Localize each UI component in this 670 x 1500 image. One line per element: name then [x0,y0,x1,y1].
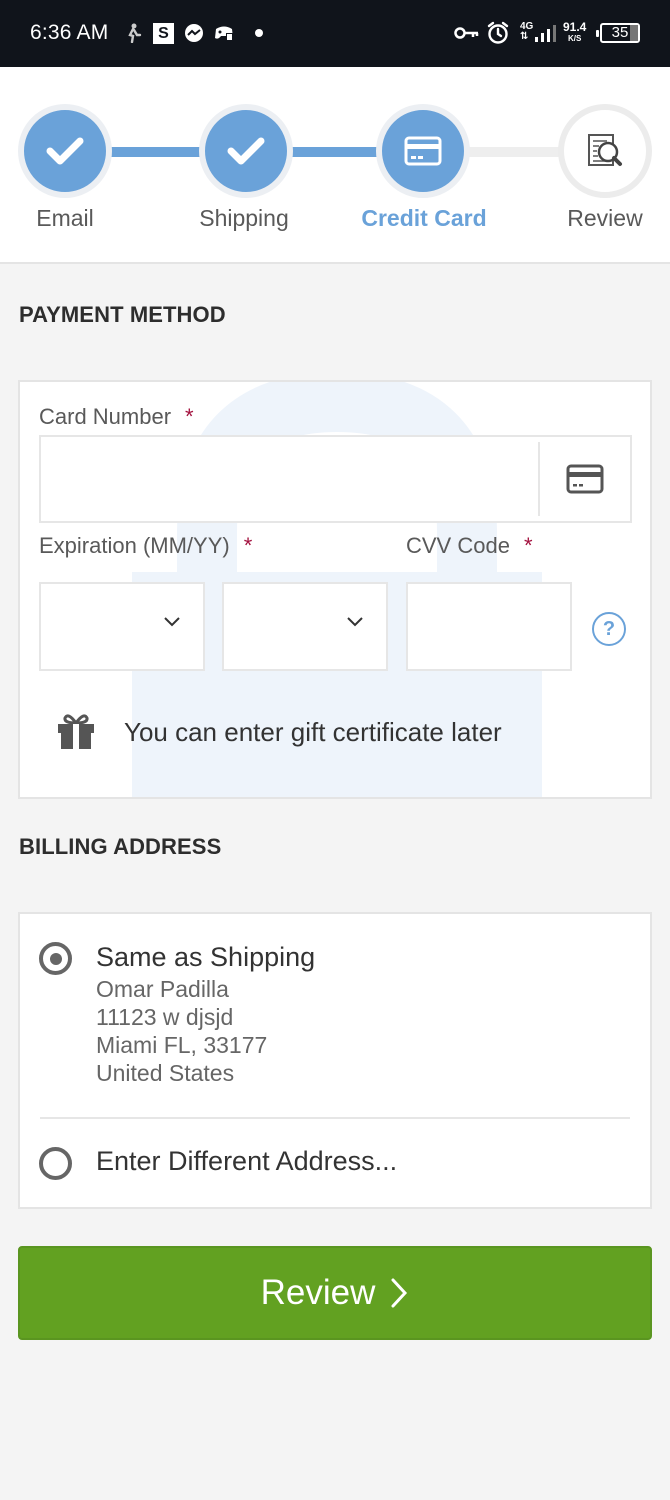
signal-icon [535,25,557,43]
payment-method-heading: PAYMENT METHOD [19,302,226,327]
same-as-shipping-label[interactable]: Same as Shipping [96,942,315,973]
status-bar: 6:36 AM S 4G ⇅ 91.4 K/S 35 [0,0,670,67]
shipping-address: Omar Padilla 11123 w djsjd Miami FL, 331… [96,975,267,1087]
step-label-credit-card: Credit Card [361,205,487,231]
step-label-email: Email [36,205,94,231]
chevron-down-icon [164,617,180,627]
card-number-input[interactable] [39,435,632,523]
person-walking-icon [125,23,143,43]
check-icon [227,137,265,165]
cvv-help-icon[interactable]: ? [592,612,626,646]
review-button[interactable]: Review [18,1246,652,1340]
expiration-year-select[interactable] [222,582,388,671]
billing-address-heading: BILLING ADDRESS [19,834,222,859]
network-type: 4G ⇅ [520,21,534,42]
notification-dot-icon [255,29,263,37]
billing-card: Same as Shipping Omar Padilla 11123 w dj… [18,912,652,1209]
cvv-label: CVV Code * [406,533,533,558]
different-address-radio[interactable] [39,1147,72,1180]
radio-selected-dot [49,952,62,965]
different-address-label[interactable]: Enter Different Address... [96,1146,397,1177]
messenger-icon [184,23,204,43]
chevron-down-icon [347,617,363,627]
game-controller-icon [213,24,235,42]
divider [40,1117,630,1119]
alarm-icon [486,21,510,45]
same-as-shipping-radio[interactable] [39,942,72,975]
status-time: 6:36 AM [30,21,109,44]
gift-certificate-text: You can enter gift certificate later [124,716,502,747]
s-app-icon: S [153,23,174,44]
battery-icon: 35 [596,23,640,43]
step-shipping[interactable] [199,104,293,198]
address-city-state-zip: Miami FL, 33177 [96,1032,268,1058]
address-country: United States [96,1060,235,1086]
cvv-input[interactable] [406,582,572,671]
step-label-shipping: Shipping [199,205,289,231]
card-type-indicator [538,442,630,516]
gift-icon [58,714,94,749]
expiration-label: Expiration (MM/YY) * [39,533,253,558]
address-name: Omar Padilla [96,976,229,1002]
expiration-month-select[interactable] [39,582,205,671]
step-review[interactable] [558,104,652,198]
address-street: 11123 w djsjd [96,1004,234,1030]
step-credit-card[interactable] [376,104,470,198]
document-search-icon [588,134,622,166]
chevron-right-icon [391,1278,408,1308]
check-icon [46,137,84,165]
checkout-stepper: Email Shipping Credit Card Review [0,67,670,264]
credit-card-icon [404,136,442,166]
payment-card: Card Number * Expiration (MM/YY) * CVV Cod… [18,380,652,799]
gift-certificate-note: You can enter gift certificate later [56,714,502,750]
credit-card-icon [566,464,604,494]
network-speed: 91.4 K/S [563,20,587,43]
step-label-review: Review [567,205,643,231]
key-icon [454,25,480,41]
review-button-label: Review [260,1273,376,1312]
step-email[interactable] [18,104,112,198]
card-number-label: Card Number * [39,404,194,429]
